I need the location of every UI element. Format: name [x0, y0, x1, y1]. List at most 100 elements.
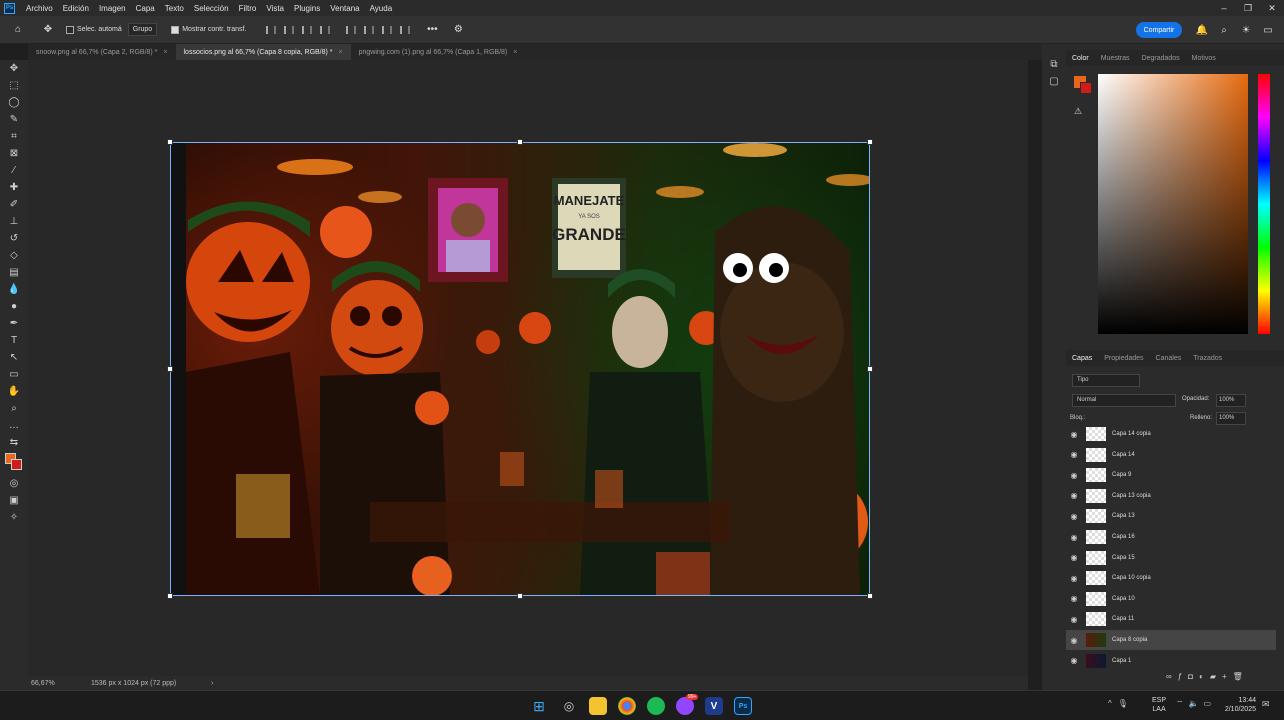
fx-icon[interactable]: ƒ	[1178, 672, 1188, 681]
transform-handle[interactable]	[167, 593, 173, 599]
brush-tool-icon[interactable]: ✐	[0, 196, 28, 213]
background-color-swatch[interactable]	[11, 459, 22, 470]
layer-row[interactable]: ◉ Capa 14 copia	[1066, 424, 1276, 444]
type-tool-icon[interactable]: T	[0, 332, 28, 349]
v-app-icon[interactable]: V	[705, 697, 723, 715]
transform-handle[interactable]	[867, 366, 873, 372]
hue-slider[interactable]	[1258, 74, 1270, 334]
menu-ayuda[interactable]: Ayuda	[365, 4, 398, 13]
bell-icon[interactable]: 🔔	[1194, 22, 1210, 38]
copilot-icon[interactable]: ◎	[560, 697, 578, 715]
tab-capas[interactable]: Capas	[1066, 355, 1098, 362]
show-transform-box[interactable]	[171, 25, 180, 34]
align-bottom-icon[interactable]	[382, 25, 393, 34]
tab-color[interactable]: Color	[1066, 55, 1095, 62]
tab-lossocios[interactable]: lossocios.png al 66,7% (Capa 8 copia, RG…	[175, 44, 351, 60]
language-indicator[interactable]: ESP LAA	[1152, 696, 1166, 714]
auto-select-box[interactable]	[66, 25, 74, 34]
menu-archivo[interactable]: Archivo	[21, 4, 58, 13]
lightbulb-icon[interactable]: ☀	[1238, 22, 1254, 38]
menu-vista[interactable]: Vista	[261, 4, 289, 13]
swap-colors-icon[interactable]: ⇆	[0, 434, 28, 451]
pen-tool-icon[interactable]: ✒	[0, 315, 28, 332]
gradient-tool-icon[interactable]: ▤	[0, 264, 28, 281]
hand-tool-icon[interactable]: ✋	[0, 383, 28, 400]
menu-ventana[interactable]: Ventana	[325, 4, 364, 13]
chrome-icon[interactable]	[618, 697, 636, 715]
transform-handle[interactable]	[517, 593, 523, 599]
new-layer-icon[interactable]: +	[1222, 672, 1233, 681]
tab-pngwing[interactable]: pngwing.com (1).png al 66,7% (Capa 1, RG…	[351, 44, 526, 60]
file-explorer-icon[interactable]	[589, 697, 607, 715]
layer-row[interactable]: ◉ Capa 1	[1066, 651, 1276, 671]
align-top-icon[interactable]	[346, 25, 357, 34]
workspace-icon[interactable]: ▭	[1260, 22, 1276, 38]
eraser-tool-icon[interactable]: ◇	[0, 247, 28, 264]
close-tab-icon[interactable]: ×	[339, 49, 343, 56]
gear-icon[interactable]: ⚙	[450, 22, 466, 38]
generative-icon[interactable]: ✧	[0, 509, 28, 526]
menu-seleccion[interactable]: Selección	[189, 4, 234, 13]
panel-background-swatch[interactable]	[1080, 82, 1092, 94]
group-icon[interactable]: ▰	[1210, 672, 1222, 681]
crop-tool-icon[interactable]: ⌗	[0, 128, 28, 145]
visibility-eye-icon[interactable]: ◉	[1066, 533, 1082, 542]
volume-icon[interactable]: 🔈	[1189, 699, 1204, 708]
spotify-icon[interactable]	[647, 697, 665, 715]
minimize-icon[interactable]: –	[1212, 0, 1236, 16]
more-options-icon[interactable]: •••	[424, 22, 440, 38]
visibility-eye-icon[interactable]: ◉	[1066, 636, 1082, 645]
home-icon[interactable]: ⌂	[10, 22, 26, 38]
transform-handle[interactable]	[167, 366, 173, 372]
zoom-level[interactable]: 66,67%	[31, 680, 91, 687]
tab-muestras[interactable]: Muestras	[1095, 55, 1136, 62]
tab-motivos[interactable]: Motivos	[1186, 55, 1222, 62]
mask-icon[interactable]: ◘	[1188, 672, 1199, 681]
history-panel-icon[interactable]: ⧉	[1042, 56, 1066, 73]
clock[interactable]: 13:44 2/10/2025	[1212, 696, 1256, 714]
tab-propiedades[interactable]: Propiedades	[1098, 355, 1149, 362]
close-tab-icon[interactable]: ×	[163, 49, 167, 56]
visibility-eye-icon[interactable]: ◉	[1066, 471, 1082, 480]
layer-filter-dropdown[interactable]: Tipo	[1072, 374, 1140, 387]
wifi-icon[interactable]: ⌔	[1176, 699, 1189, 708]
tab-trazados[interactable]: Trazados	[1187, 355, 1228, 362]
layer-row[interactable]: ◉ Capa 10 copia	[1066, 568, 1276, 588]
transform-handle[interactable]	[867, 139, 873, 145]
more-tools-icon[interactable]: …	[0, 417, 28, 434]
tab-canales[interactable]: Canales	[1150, 355, 1188, 362]
link-layers-icon[interactable]: ∞	[1166, 672, 1178, 681]
transform-handle[interactable]	[517, 139, 523, 145]
windows-start-icon[interactable]: ⊞	[530, 697, 548, 715]
chevron-right-icon[interactable]: ›	[211, 680, 213, 687]
menu-edicion[interactable]: Edición	[58, 4, 94, 13]
visibility-eye-icon[interactable]: ◉	[1066, 553, 1082, 562]
comments-panel-icon[interactable]: ▢	[1042, 73, 1066, 90]
menu-capa[interactable]: Capa	[131, 4, 160, 13]
align-left-icon[interactable]	[266, 25, 277, 34]
visibility-eye-icon[interactable]: ◉	[1066, 656, 1082, 665]
menu-plugins[interactable]: Plugins	[289, 4, 325, 13]
quick-mask-icon[interactable]: ◎	[0, 475, 28, 492]
transform-handle[interactable]	[867, 593, 873, 599]
visibility-eye-icon[interactable]: ◉	[1066, 615, 1082, 624]
tab-snoow[interactable]: snoow.png al 66,7% (Capa 2, RGB/8) * ×	[28, 44, 176, 60]
menu-imagen[interactable]: Imagen	[94, 4, 131, 13]
notifications-icon[interactable]: ✉	[1262, 699, 1270, 710]
menu-texto[interactable]: Texto	[160, 4, 189, 13]
transform-bounding-box[interactable]	[170, 142, 870, 596]
marquee-tool-icon[interactable]: ⬚	[0, 77, 28, 94]
screen-mode-icon[interactable]: ▣	[0, 492, 28, 509]
close-icon[interactable]: ✕	[1260, 0, 1284, 16]
align-center-icon[interactable]	[284, 25, 295, 34]
layer-row[interactable]: ◉ Capa 14	[1066, 445, 1276, 465]
blur-tool-icon[interactable]: 💧	[0, 281, 28, 298]
microphone-icon[interactable]: 🎙	[1118, 699, 1134, 708]
adjustment-icon[interactable]: ◐	[1199, 672, 1210, 681]
visibility-eye-icon[interactable]: ◉	[1066, 574, 1082, 583]
blend-mode-dropdown[interactable]: Normal	[1072, 394, 1176, 407]
layer-row[interactable]: ◉ Capa 9	[1066, 465, 1276, 485]
visibility-eye-icon[interactable]: ◉	[1066, 430, 1082, 439]
layer-row[interactable]: ◉ Capa 11	[1066, 609, 1276, 629]
layer-row[interactable]: ◉ Capa 13 copia	[1066, 486, 1276, 506]
